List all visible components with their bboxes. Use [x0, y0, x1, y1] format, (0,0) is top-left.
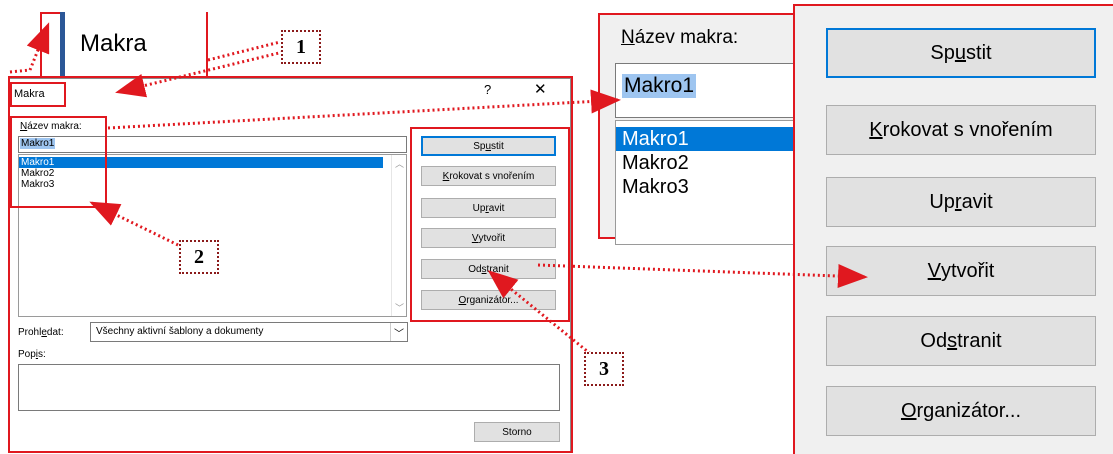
line-tab-to-dialog [9, 68, 31, 74]
arrow-to-zoom-name [107, 89, 621, 130]
arrow-1-to-title [115, 50, 284, 98]
arrow-to-tab [26, 22, 50, 71]
arrow-3-to-delete [487, 270, 599, 362]
callout-3: 3 [584, 352, 624, 386]
arrow-to-zoom-create [537, 263, 868, 289]
callout-2: 2 [179, 240, 219, 274]
callout-1: 1 [281, 30, 321, 64]
line-1-from-tab [207, 40, 281, 62]
arrow-2-to-list [89, 201, 179, 247]
annotation-arrows [9, 22, 868, 362]
